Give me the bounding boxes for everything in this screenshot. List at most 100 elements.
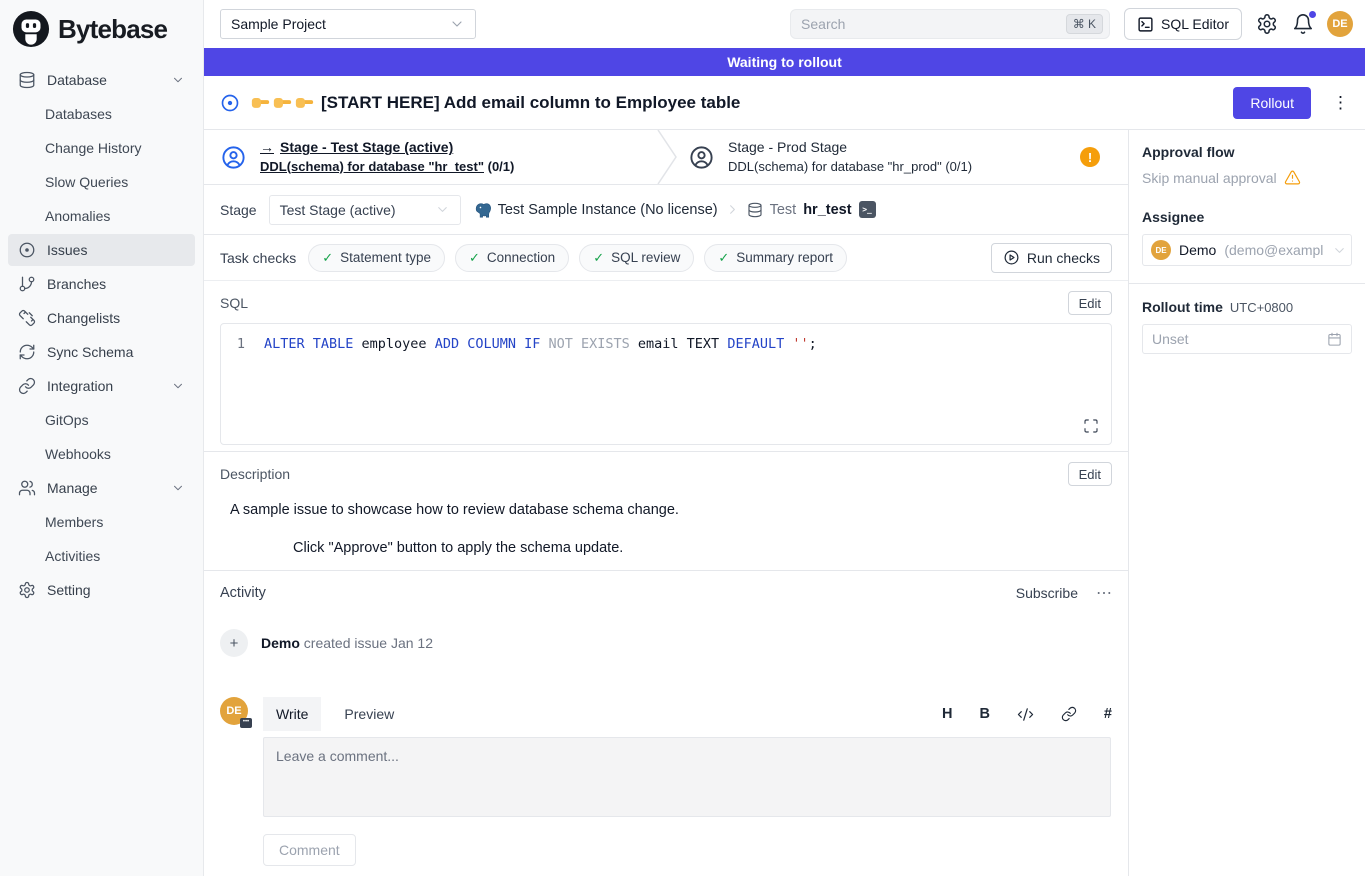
issue-main-column: →Stage - Test Stage (active) DDL(schema)… — [204, 130, 1128, 876]
sidebar-item-setting[interactable]: Setting — [8, 574, 195, 606]
sql-edit-button[interactable]: Edit — [1068, 291, 1112, 315]
comment-editor: DE ••• Write Preview H B # — [220, 697, 1112, 866]
page-title: [START HERE] Add email column to Employe… — [251, 93, 740, 113]
rollout-time-title: Rollout time UTC+0800 — [1142, 299, 1352, 315]
stage-label: Stage — [220, 202, 257, 218]
more-options-icon[interactable]: ⋯ — [1096, 583, 1112, 603]
description-edit-button[interactable]: Edit — [1068, 462, 1112, 486]
subscribe-button[interactable]: Subscribe — [1016, 585, 1078, 601]
kebab-menu-button[interactable]: ⋮ — [1332, 93, 1349, 113]
stage-cards-row: →Stage - Test Stage (active) DDL(schema)… — [204, 130, 1128, 185]
sidebar-item-anomalies[interactable]: Anomalies — [8, 200, 195, 232]
sidebar-item-webhooks[interactable]: Webhooks — [8, 438, 195, 470]
issue-header: [START HERE] Add email column to Employe… — [204, 76, 1365, 130]
check-icon: ✓ — [718, 250, 729, 266]
sidebar-item-change-history[interactable]: Change History — [8, 132, 195, 164]
sidebar-item-members[interactable]: Members — [8, 506, 195, 538]
search-input[interactable] — [801, 16, 1066, 32]
search-shortcut-badge: ⌘ K — [1066, 14, 1103, 34]
sidebar-item-databases[interactable]: Databases — [8, 98, 195, 130]
sidebar-item-activities[interactable]: Activities — [8, 540, 195, 572]
chevron-down-icon — [171, 73, 185, 87]
check-pill-summary-report[interactable]: ✓Summary report — [704, 244, 847, 272]
pencil-ruler-icon — [18, 309, 36, 327]
users-icon — [18, 479, 36, 497]
speech-bubble-icon: ••• — [240, 718, 252, 728]
comment-input[interactable] — [263, 737, 1111, 817]
line-number: 1 — [235, 336, 245, 352]
chevron-right-icon — [725, 202, 740, 217]
link-format-icon[interactable] — [1061, 706, 1077, 722]
rollout-button[interactable]: Rollout — [1233, 87, 1311, 119]
brand-name: Bytebase — [58, 14, 167, 45]
activity-item: + Demo created issue Jan 12 — [220, 629, 1112, 657]
sql-editor-button[interactable]: SQL Editor — [1124, 8, 1242, 40]
sql-editor[interactable]: 1 ALTER TABLE employee ADD COLUMN IF NOT… — [220, 323, 1112, 445]
environment-label: Test — [770, 202, 797, 218]
activity-actor: Demo — [261, 635, 300, 651]
database-icon — [747, 202, 763, 218]
check-icon: ✓ — [469, 250, 480, 266]
brand-logo[interactable]: Bytebase — [0, 0, 203, 58]
sidebar-item-integration[interactable]: Integration — [8, 370, 195, 402]
hash-format-button[interactable]: # — [1104, 706, 1112, 722]
warning-triangle-icon — [1284, 169, 1301, 186]
check-icon: ✓ — [593, 250, 604, 266]
search-box[interactable]: ⌘ K — [790, 9, 1110, 39]
sidebar-item-branches[interactable]: Branches — [8, 268, 195, 300]
issue-sidebar: Approval flow Skip manual approval Assig… — [1128, 130, 1365, 876]
sidebar-item-changelists[interactable]: Changelists — [8, 302, 195, 334]
assignee-title: Assignee — [1142, 209, 1352, 225]
open-sql-editor-icon[interactable]: >_ — [859, 201, 876, 218]
timezone-label: UTC+0800 — [1230, 300, 1293, 315]
topbar: Sample Project ⌘ K SQL Editor DE — [204, 0, 1365, 48]
sidebar-item-manage[interactable]: Manage — [8, 472, 195, 504]
sidebar-nav: Database Databases Change History Slow Q… — [0, 58, 203, 614]
sidebar-item-slow-queries[interactable]: Slow Queries — [8, 166, 195, 198]
calendar-icon — [1327, 332, 1342, 347]
sidebar-item-issues[interactable]: Issues — [8, 234, 195, 266]
sidebar-item-sync-schema[interactable]: Sync Schema — [8, 336, 195, 368]
notification-dot — [1309, 11, 1316, 18]
tab-write[interactable]: Write — [263, 697, 321, 731]
check-pill-connection[interactable]: ✓Connection — [455, 244, 569, 272]
instance-breadcrumb: Test Sample Instance (No license) Test h… — [473, 201, 876, 219]
instance-link[interactable]: Test Sample Instance (No license) — [498, 202, 718, 218]
expand-editor-icon[interactable] — [1083, 418, 1099, 434]
task-checks-label: Task checks — [220, 250, 296, 266]
comment-submit-button[interactable]: Comment — [263, 834, 356, 866]
check-pill-sql-review[interactable]: ✓SQL review — [579, 244, 694, 272]
rollout-time-input[interactable]: Unset — [1142, 324, 1352, 354]
chevron-down-icon — [1332, 243, 1347, 258]
plus-icon: + — [220, 629, 248, 657]
assignee-select[interactable]: DE Demo (demo@example — [1142, 234, 1352, 266]
sql-statement: ALTER TABLE employee ADD COLUMN IF NOT E… — [264, 336, 817, 352]
notifications-bell-button[interactable] — [1292, 13, 1314, 35]
stage-select[interactable]: Test Stage (active) — [269, 195, 461, 225]
activity-action: created issue Jan 12 — [300, 635, 433, 651]
sql-section: SQL Edit 1 ALTER TABLE employee ADD COLU… — [204, 281, 1128, 451]
sidebar: Bytebase Database Databases Change Histo… — [0, 0, 204, 876]
circle-dot-icon — [18, 241, 36, 259]
stage-alert-icon[interactable]: ! — [1080, 147, 1100, 167]
bold-format-button[interactable]: B — [979, 706, 989, 722]
sidebar-item-gitops[interactable]: GitOps — [8, 404, 195, 436]
chevron-down-icon — [435, 202, 450, 217]
description-section: Description Edit A sample issue to showc… — [204, 451, 1128, 570]
project-select[interactable]: Sample Project — [220, 9, 476, 39]
sidebar-item-database[interactable]: Database — [8, 64, 195, 96]
run-checks-button[interactable]: Run checks — [991, 243, 1112, 273]
code-format-icon[interactable] — [1017, 706, 1034, 723]
check-pill-statement-type[interactable]: ✓Statement type — [308, 244, 445, 272]
database-link[interactable]: hr_test — [803, 202, 851, 218]
approval-status: Skip manual approval — [1142, 170, 1277, 186]
heading-format-button[interactable]: H — [942, 706, 952, 722]
gear-icon — [18, 581, 36, 599]
settings-gear-button[interactable] — [1256, 13, 1278, 35]
stage-card-prod[interactable]: Stage - Prod Stage DDL(schema) for datab… — [678, 130, 1128, 184]
user-avatar[interactable]: DE — [1327, 11, 1353, 37]
bytebase-logo-icon — [12, 10, 50, 48]
tab-preview[interactable]: Preview — [331, 697, 407, 731]
stage-card-test[interactable]: →Stage - Test Stage (active) DDL(schema)… — [204, 130, 656, 184]
chevron-down-icon — [449, 16, 465, 32]
